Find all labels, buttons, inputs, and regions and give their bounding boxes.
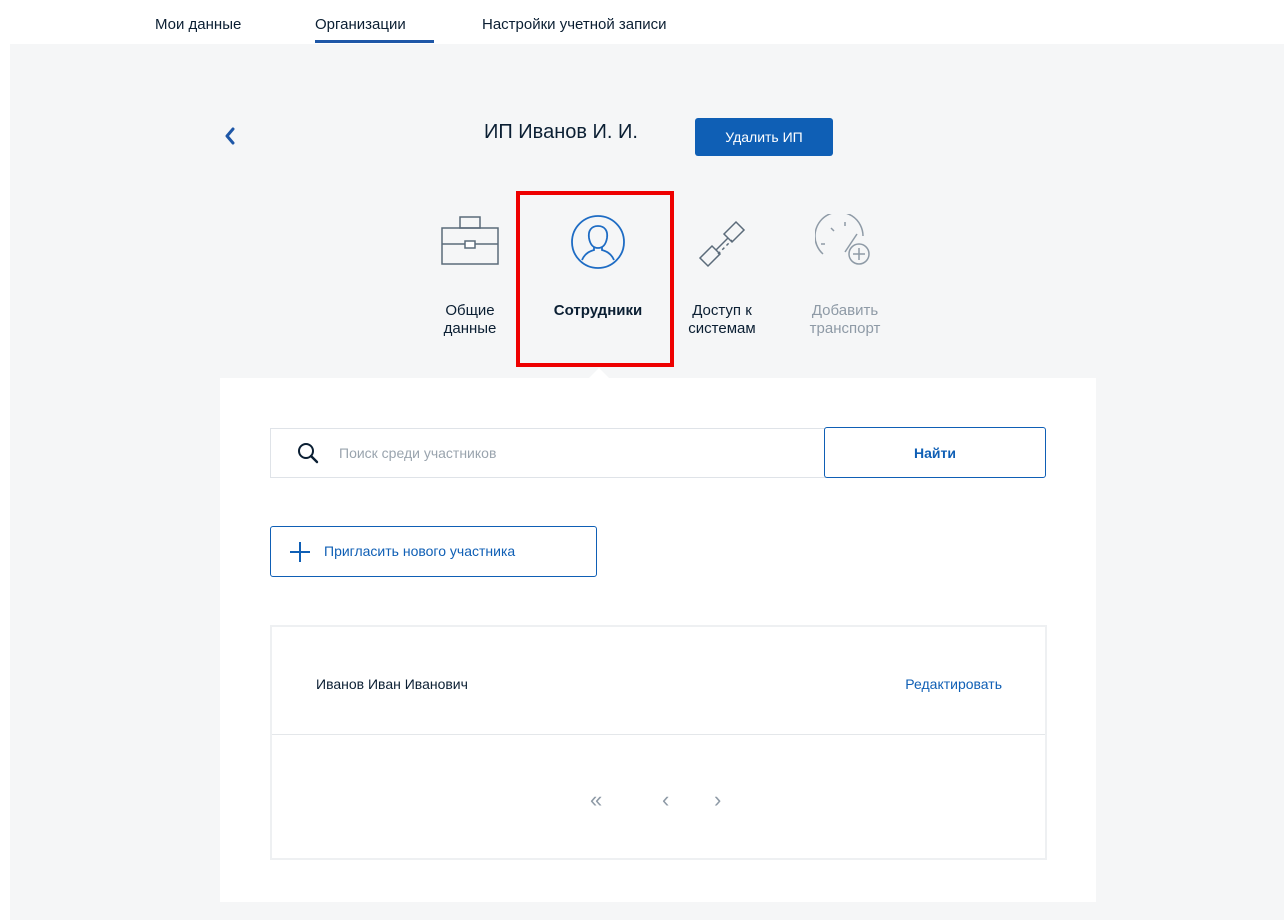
briefcase-icon [441,216,499,265]
back-button[interactable] [220,122,240,150]
pager-first-button[interactable]: « [590,787,602,813]
top-navigation: Мои данные Организации Настройки учетной… [0,0,1284,44]
section-label-system-access: Доступ к системам [688,302,756,337]
members-list: Иванов Иван Иванович Редактировать « ‹ › [270,625,1047,860]
delete-ip-button[interactable]: Удалить ИП [695,118,833,156]
plus-icon [290,542,310,562]
pager-prev-button[interactable]: ‹ [662,787,669,813]
section-tab-system-access[interactable]: Доступ к системам [672,214,772,354]
chevron-left-icon [225,127,235,145]
pager-next-button[interactable]: › [714,787,721,813]
highlight-frame [516,191,674,367]
tab-my-data[interactable]: Мои данные [155,16,241,33]
active-tab-underline [315,40,434,43]
search-field[interactable]: Поиск среди участников [270,428,826,478]
invite-member-label: Пригласить нового участника [324,543,516,559]
section-tab-general-data[interactable]: Общие данные [425,214,515,354]
page-title: ИП Иванов И. И. [484,121,638,143]
panel-pointer [588,368,610,379]
edit-link[interactable]: Редактировать [905,676,1002,692]
tab-account-settings[interactable]: Настройки учетной записи [482,16,667,33]
search-icon [298,443,319,464]
member-name: Иванов Иван Иванович [316,676,468,692]
section-tab-add-transport[interactable]: Добавить транспорт [790,214,900,354]
link-icon [698,220,746,268]
list-item: Иванов Иван Иванович Редактировать [272,627,1045,735]
section-label-add-transport: Добавить транспорт [809,302,881,337]
section-label-general-data: Общие данные [443,302,497,337]
tab-organizations[interactable]: Организации [315,16,406,33]
speedometer-plus-icon [815,214,870,265]
invite-member-button[interactable]: Пригласить нового участника [270,526,597,577]
search-input[interactable]: Поиск среди участников [339,445,496,461]
find-button[interactable]: Найти [824,427,1046,478]
